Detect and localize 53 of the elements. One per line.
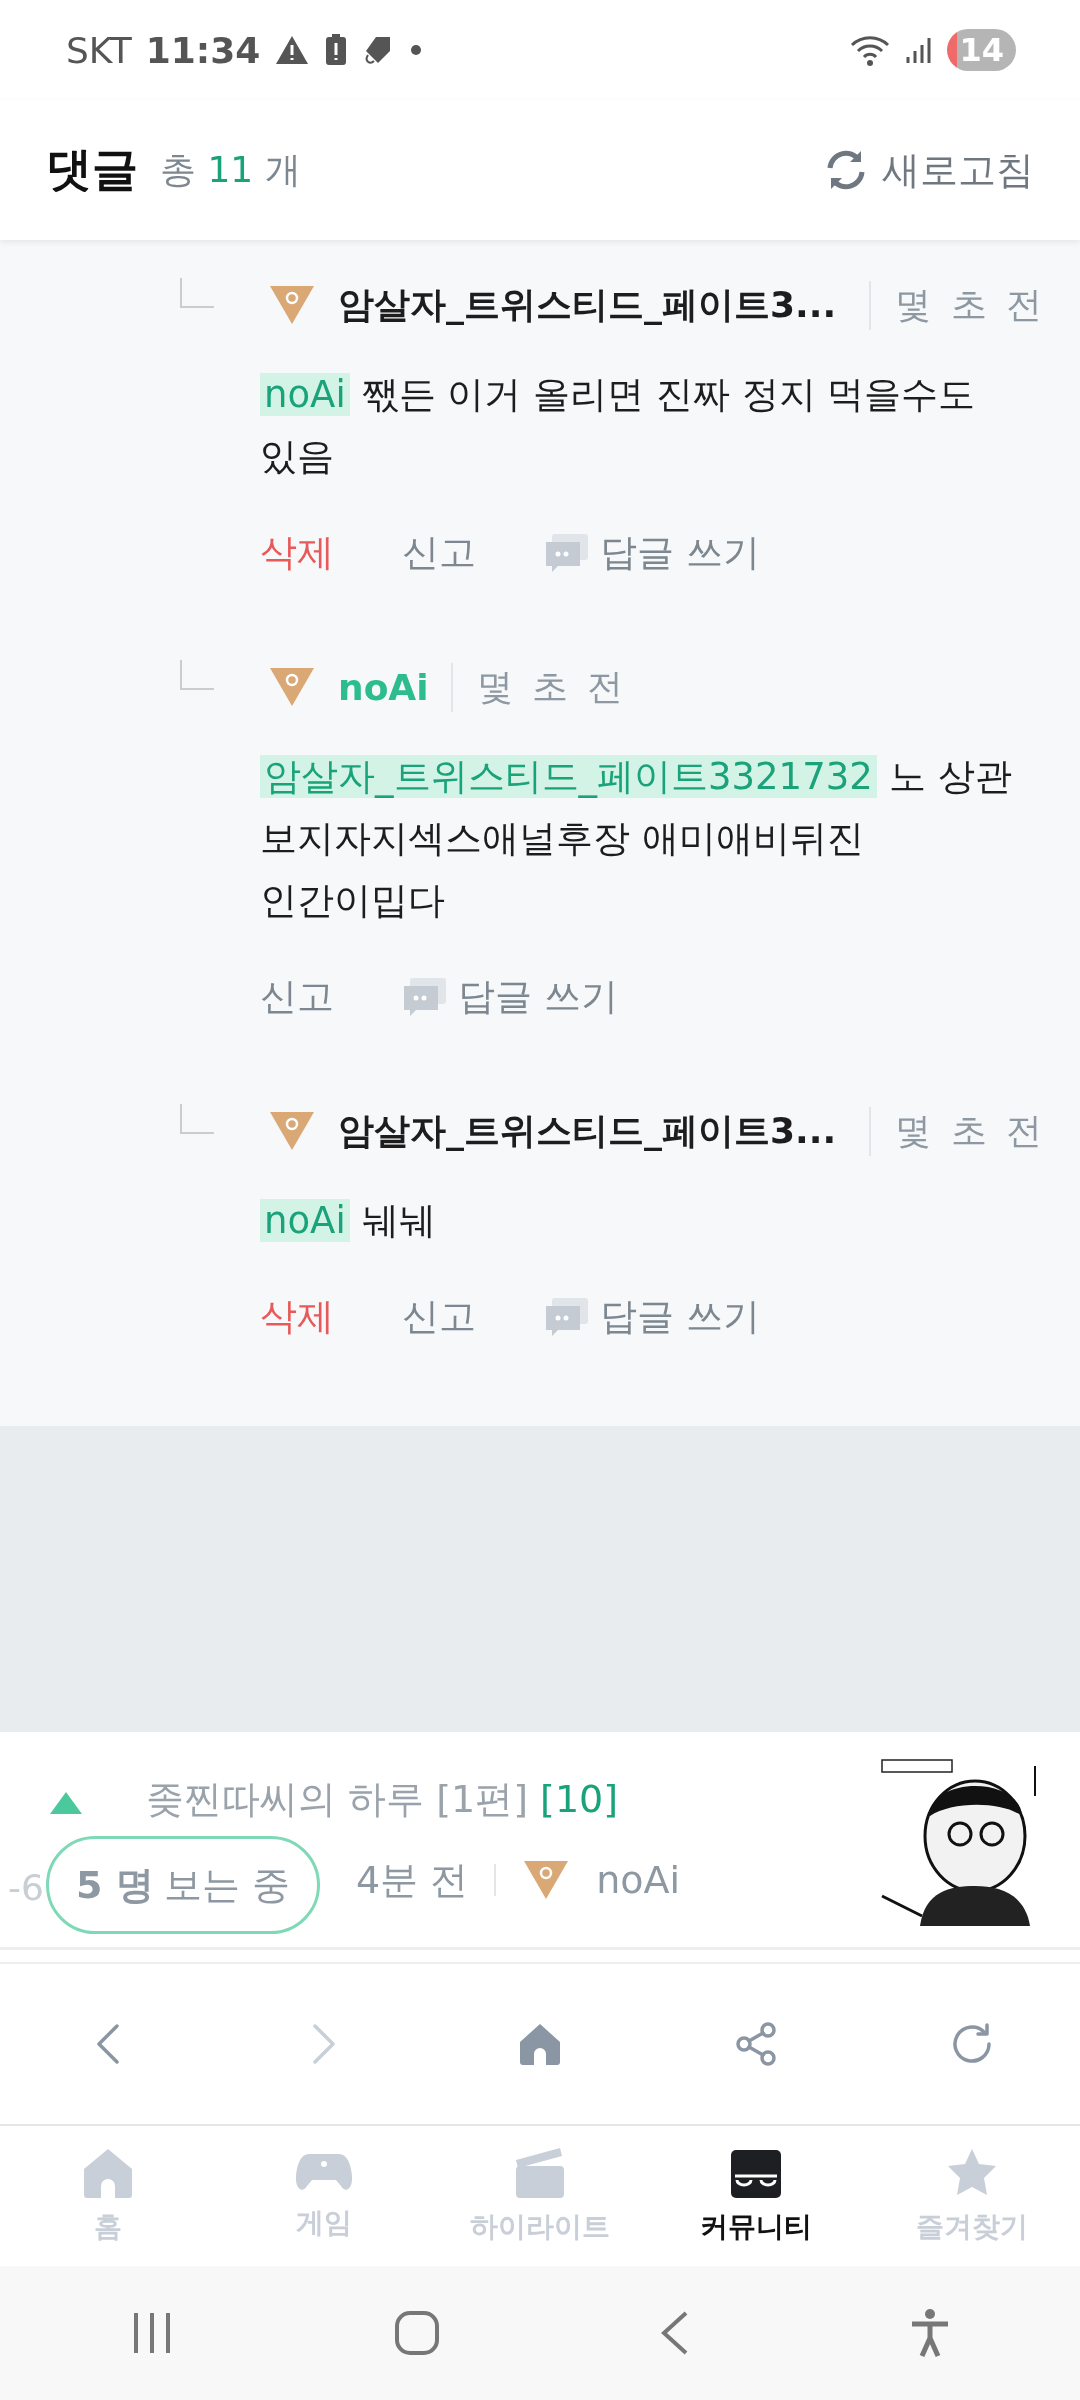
clock: 11:34: [145, 29, 261, 71]
reply-button[interactable]: 답글 쓰기: [544, 528, 760, 578]
battery-alert-icon: [324, 33, 349, 67]
home-icon[interactable]: [394, 2310, 440, 2356]
reply-indent-icon: [180, 278, 214, 308]
back-icon: [95, 2022, 121, 2066]
share-icon: [733, 2021, 779, 2067]
reply-indent-icon: [180, 1104, 214, 1134]
post-title: 좆찐따씨의 하루 [1편] [10]: [146, 1775, 620, 1823]
comment-author[interactable]: 암살자_트위스티드_페이트3...: [338, 280, 837, 330]
clapperboard-icon: [514, 2146, 566, 2200]
signal-icon: [905, 35, 934, 65]
comment-icon: [544, 1296, 590, 1338]
comment-icon: [544, 532, 590, 574]
report-button[interactable]: 신고: [402, 1292, 476, 1342]
comment-icon: [402, 976, 448, 1018]
comment-count: 총 11 개: [160, 147, 301, 192]
refresh-button[interactable]: 새로고침: [824, 144, 1034, 196]
warning-icon: [274, 34, 311, 66]
back-icon[interactable]: [660, 2310, 690, 2356]
comment-time: 몇 초 전: [869, 280, 1046, 330]
reply-button[interactable]: 답글 쓰기: [544, 1292, 760, 1342]
reply-button[interactable]: 답글 쓰기: [402, 972, 618, 1022]
report-button[interactable]: 신고: [402, 528, 476, 578]
page-title: 댓글: [46, 141, 138, 198]
wifi-icon: [849, 33, 892, 67]
avatar-icon: [268, 1110, 316, 1152]
dot-icon: [410, 44, 423, 56]
home-icon: [518, 2022, 562, 2066]
comment-time: 몇 초 전: [450, 662, 628, 712]
delete-button[interactable]: 삭제: [260, 528, 334, 578]
reply-indent-icon: [180, 660, 214, 690]
viewers-badge: 5 명 보는 중: [46, 1836, 320, 1934]
avatar-icon: [268, 284, 316, 326]
comment-text: noAi 눼눼: [180, 1176, 1080, 1252]
comment-time: 몇 초 전: [869, 1106, 1046, 1156]
post-author: noAi: [596, 1858, 681, 1902]
forward-icon: [311, 2022, 337, 2066]
nav-tab[interactable]: 커뮤니티: [648, 2126, 864, 2266]
comment-author[interactable]: 암살자_트위스티드_페이트3...: [338, 1106, 837, 1156]
post-time: 4분 전: [356, 1856, 469, 1904]
home-icon: [81, 2146, 135, 2200]
comment-author[interactable]: noAi: [338, 666, 429, 708]
avatar-icon: [268, 666, 316, 708]
accessibility-icon[interactable]: [910, 2308, 950, 2358]
delete-button[interactable]: 삭제: [260, 1292, 334, 1342]
avatar-icon: [522, 1859, 571, 1901]
carrier: SKT: [66, 29, 132, 71]
upvote-icon: [50, 1792, 82, 1814]
battery-level: 14: [947, 29, 1016, 71]
report-button[interactable]: 신고: [260, 972, 334, 1022]
comment-text: 암살자_트위스티드_페이트3321732 노 상관 보지자지섹스애널후장 애미애비뒤진 인간이밉다: [259, 754, 1013, 924]
comment-text: noAi 짻든 이거 올리면 진짜 정지 먹을수도 있음: [259, 372, 977, 480]
